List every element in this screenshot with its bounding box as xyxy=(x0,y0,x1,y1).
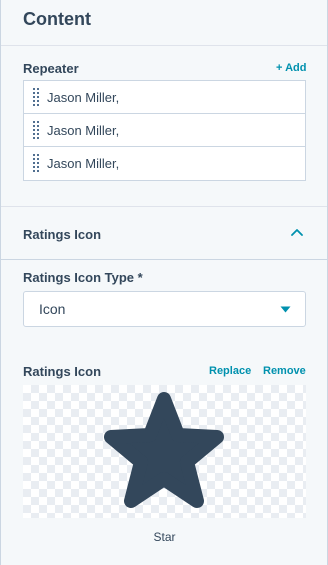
ratings-icon-section-toggle[interactable]: Ratings Icon xyxy=(1,207,327,260)
panel-title: Content xyxy=(23,9,91,29)
caret-down-icon xyxy=(280,306,291,313)
repeater-label: Repeater xyxy=(23,61,79,76)
repeater-item[interactable]: Jason Miller, xyxy=(24,147,305,180)
repeater-item-label: Jason Miller, xyxy=(47,123,120,138)
ratings-icon-type-label: Ratings Icon Type * xyxy=(23,270,143,285)
remove-button[interactable]: Remove xyxy=(263,365,306,377)
add-item-button[interactable]: + Add xyxy=(276,62,306,74)
icon-caption: Star xyxy=(153,530,176,544)
chevron-up-icon[interactable] xyxy=(291,228,303,236)
repeater-list: Jason Miller, Jason Miller, Jason Miller… xyxy=(23,80,306,181)
repeater-item[interactable]: Jason Miller, xyxy=(24,114,305,147)
repeater-item-label: Jason Miller, xyxy=(47,90,120,105)
content-panel: Content Repeater + Add Jason Miller, Jas… xyxy=(0,0,328,565)
drag-handle-icon[interactable] xyxy=(33,154,40,174)
replace-button[interactable]: Replace xyxy=(209,365,251,377)
repeater-item-label: Jason Miller, xyxy=(47,156,120,171)
select-value: Icon xyxy=(39,301,66,317)
star-icon xyxy=(104,392,224,508)
ratings-icon-label: Ratings Icon xyxy=(23,364,102,379)
repeater-item[interactable]: Jason Miller, xyxy=(24,81,305,114)
panel-header: Content xyxy=(1,0,327,46)
drag-handle-icon[interactable] xyxy=(33,88,40,108)
ratings-icon-section-title: Ratings Icon xyxy=(23,227,102,242)
drag-handle-icon[interactable] xyxy=(33,121,40,141)
icon-preview xyxy=(23,385,306,518)
ratings-icon-type-select[interactable]: Icon xyxy=(23,291,306,327)
